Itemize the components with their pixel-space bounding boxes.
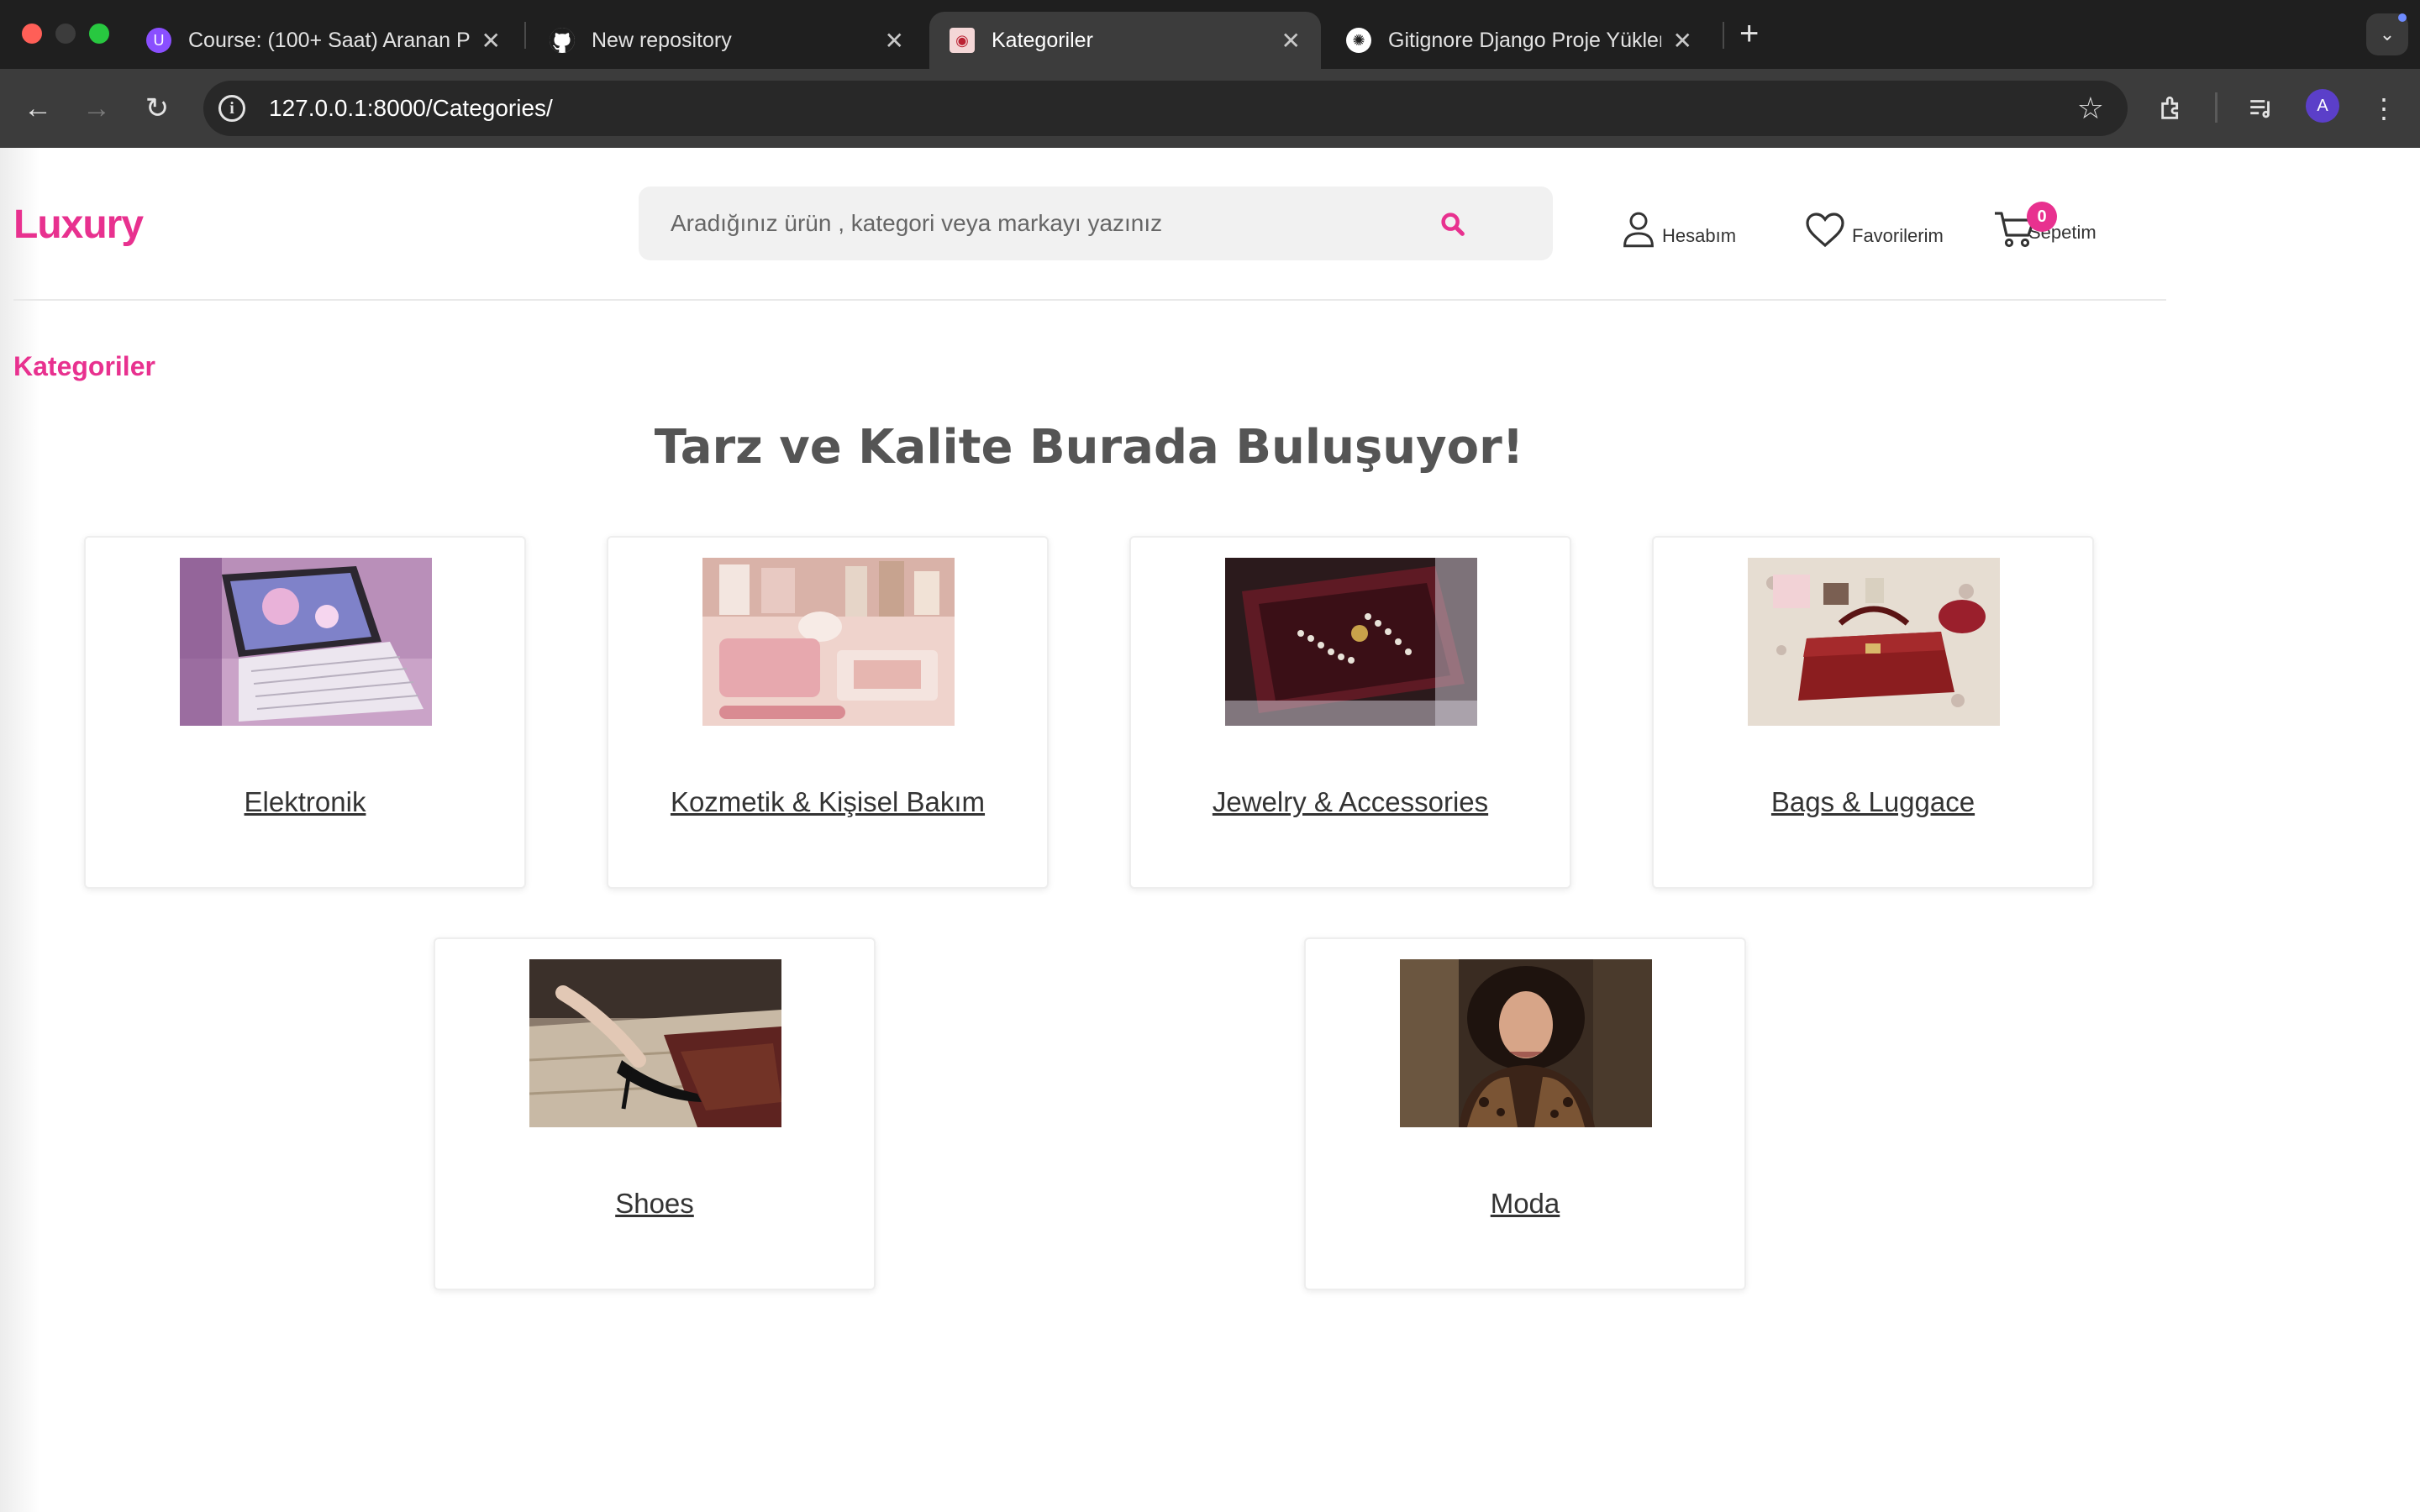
notification-dot (2398, 13, 2407, 22)
account-label: Hesabım (1662, 225, 1737, 246)
favorites-link[interactable]: Favorilerim (1805, 202, 1944, 249)
minimize-window-button[interactable] (55, 24, 76, 44)
category-card-elektronik[interactable]: Elektronik (84, 536, 526, 889)
avatar-initial: A (2317, 96, 2328, 115)
jewelry-box-photo[interactable] (1225, 558, 1477, 726)
site-favicon: ◉ (950, 28, 975, 53)
profile-avatar[interactable]: A (2306, 89, 2339, 123)
extensions-icon[interactable] (2151, 87, 2193, 129)
close-icon[interactable]: ✕ (1281, 27, 1301, 55)
tab-course[interactable]: U Course: (100+ Saat) Aranan P ✕ (126, 12, 521, 69)
red-handbag-photo[interactable] (1748, 558, 2000, 726)
tab-title: Gitignore Django Proje Yükleme (1388, 28, 1661, 52)
category-name[interactable]: Shoes (435, 1188, 874, 1220)
reload-button[interactable]: ↻ (136, 87, 178, 129)
header-divider (13, 299, 2166, 301)
cart-count-badge: 0 (2027, 202, 2057, 232)
close-icon[interactable]: ✕ (885, 27, 904, 55)
slogan-heading: Tarz ve Kalite Burada Buluşuyor! (654, 420, 1524, 475)
category-card-kozmetik[interactable]: Kozmetik & Kişisel Bakım (607, 536, 1049, 889)
browser-tab-bar: U Course: (100+ Saat) Aranan P ✕ New rep… (0, 0, 2420, 69)
account-link[interactable]: Hesabım (1622, 202, 1736, 249)
search-input[interactable] (671, 186, 1427, 260)
fashion-woman-photo[interactable] (1400, 959, 1652, 1127)
section-title: Kategoriler (13, 351, 155, 381)
search-bar (639, 186, 1553, 260)
close-window-button[interactable] (22, 24, 42, 44)
category-card-shoes[interactable]: Shoes (434, 937, 876, 1290)
category-card-bags[interactable]: Bags & Luggace (1652, 536, 2094, 889)
search-icon[interactable] (1439, 210, 1467, 239)
close-icon[interactable]: ✕ (481, 27, 501, 55)
site-logo[interactable]: Luxury (13, 202, 144, 248)
site-info-icon[interactable]: i (218, 95, 245, 122)
back-button[interactable]: ← (17, 87, 59, 129)
tab-gitignore[interactable]: ✺ Gitignore Django Proje Yükleme ✕ (1326, 12, 1712, 69)
category-card-jewelry[interactable]: Jewelry & Accessories (1129, 536, 1571, 889)
heart-icon (1806, 213, 1844, 248)
chatgpt-icon: ✺ (1346, 28, 1371, 53)
category-card-moda[interactable]: Moda (1304, 937, 1746, 1290)
category-name[interactable]: Bags & Luggace (1654, 786, 2092, 818)
tab-kategoriler[interactable]: ◉ Kategoriler ✕ (929, 12, 1321, 69)
tab-title: Course: (100+ Saat) Aranan P (188, 28, 470, 52)
heels-photo[interactable] (529, 959, 781, 1127)
cosmetics-photo[interactable] (702, 558, 955, 726)
browser-toolbar: ← → ↻ i 127.0.0.1:8000/Categories/ ☆ ⋮ (0, 69, 2420, 148)
browser-menu-icon[interactable]: ⋮ (2363, 87, 2405, 129)
bookmark-star-icon[interactable]: ☆ (2077, 91, 2104, 126)
udemy-icon: U (146, 28, 171, 53)
favorites-label: Favorilerim (1852, 225, 1944, 246)
category-name[interactable]: Elektronik (86, 786, 524, 818)
media-control-icon[interactable] (2240, 87, 2282, 129)
toolbar-divider (2215, 92, 2217, 123)
tab-divider (1723, 22, 1724, 49)
category-name[interactable]: Jewelry & Accessories (1131, 786, 1570, 818)
github-icon (550, 28, 575, 53)
maximize-window-button[interactable] (89, 24, 109, 44)
new-tab-button[interactable]: + (1739, 15, 1759, 53)
tab-new-repository[interactable]: New repository ✕ (529, 12, 924, 69)
url-text[interactable]: 127.0.0.1:8000/Categories/ (269, 95, 553, 122)
category-name[interactable]: Kozmetik & Kişisel Bakım (608, 786, 1047, 818)
tab-title: Kategoriler (992, 28, 1093, 52)
tab-divider (524, 22, 526, 49)
tablet-keyboard-photo[interactable] (180, 558, 432, 726)
category-name[interactable]: Moda (1306, 1188, 1744, 1220)
address-bar[interactable]: i 127.0.0.1:8000/Categories/ ☆ (203, 81, 2128, 136)
user-icon (1623, 212, 1654, 248)
forward-button[interactable]: → (76, 87, 118, 129)
close-icon[interactable]: ✕ (1673, 27, 1692, 55)
tab-search-button[interactable]: ⌄ (2366, 13, 2408, 55)
tab-title: New repository (592, 28, 732, 52)
